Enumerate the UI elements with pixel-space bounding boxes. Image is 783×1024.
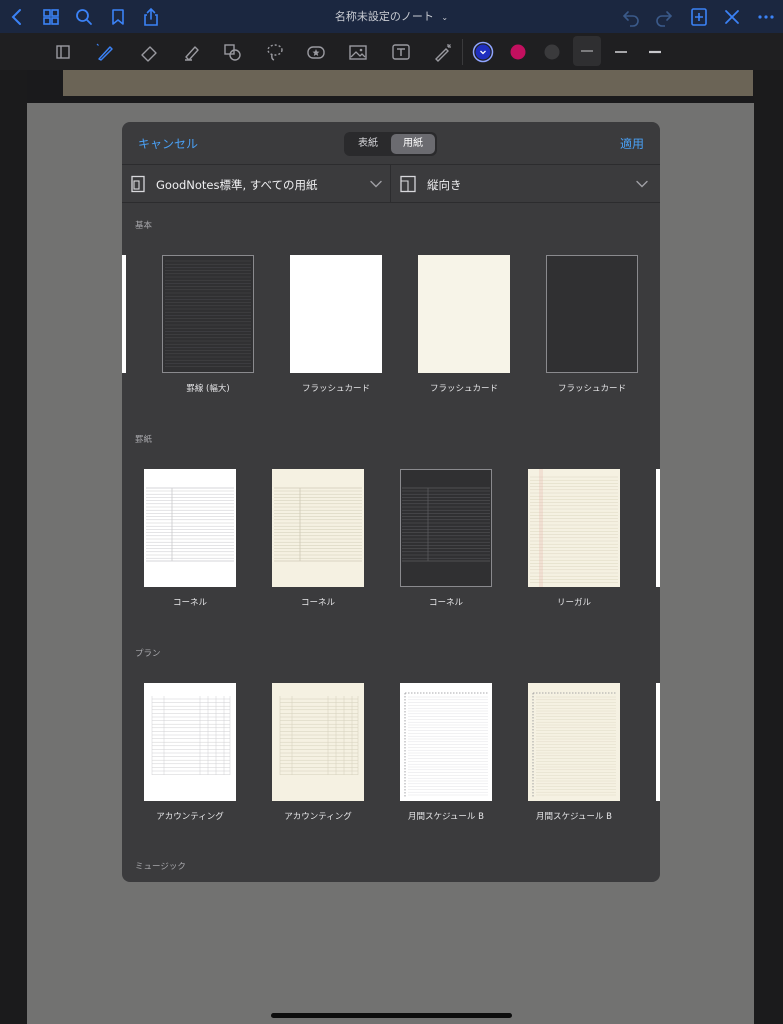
template-label: アカウンティング — [284, 812, 352, 822]
template-label: フラッシュカード — [557, 384, 626, 394]
template-picker-dialog: キャンセル 表紙 用紙 適用 GoodNotes標準, すべての用紙 縦向き 基… — [122, 122, 660, 882]
pen-icon[interactable] — [92, 39, 118, 65]
orientation-icon — [400, 175, 416, 193]
home-indicator — [271, 1013, 512, 1018]
template-label: フラッシュカード — [301, 384, 370, 394]
tab-paper[interactable]: 用紙 — [391, 134, 435, 154]
template-thumbnail[interactable] — [272, 683, 364, 801]
grid-icon[interactable] — [38, 4, 64, 30]
apply-button[interactable]: 適用 — [620, 135, 644, 152]
back-icon[interactable] — [4, 4, 30, 30]
template-label: 月間スケジュール B — [408, 812, 484, 822]
template-thumbnail[interactable] — [400, 683, 492, 801]
section-title-basic: 基本 — [135, 221, 153, 231]
template-thumbnail-partial[interactable] — [656, 469, 660, 587]
template-label: コーネル — [300, 598, 335, 608]
close-icon[interactable] — [719, 4, 745, 30]
color-swatch-gray[interactable] — [539, 39, 565, 65]
stroke-width-thick[interactable] — [642, 39, 668, 65]
orientation-dropdown[interactable]: 縦向き — [427, 177, 462, 193]
stroke-width-medium[interactable] — [608, 39, 634, 65]
template-thumbnail[interactable] — [272, 469, 364, 587]
eraser-icon[interactable] — [136, 39, 162, 65]
bookmark-icon[interactable] — [105, 4, 131, 30]
cover-paper-segmented-control: 表紙 用紙 — [344, 132, 437, 156]
template-thumbnail[interactable] — [528, 469, 620, 587]
canvas-margin-right — [754, 70, 783, 1024]
template-thumbnail[interactable] — [290, 255, 382, 373]
cancel-button[interactable]: キャンセル — [138, 135, 198, 152]
highlighter-icon[interactable] — [178, 39, 204, 65]
chevron-down-icon[interactable] — [635, 177, 649, 191]
template-set-dropdown[interactable]: GoodNotes標準, すべての用紙 — [156, 177, 318, 193]
section-title-plan: プラン — [135, 649, 161, 659]
chevron-down-icon[interactable] — [369, 177, 383, 191]
tool-bar — [0, 33, 783, 70]
template-thumbnail[interactable] — [546, 255, 638, 373]
navigation-bar: 名称未設定のノート ⌄ — [0, 0, 783, 33]
filter-divider — [390, 165, 391, 203]
template-thumbnail[interactable] — [400, 469, 492, 587]
search-icon[interactable] — [71, 4, 97, 30]
sticker-icon[interactable] — [303, 39, 329, 65]
template-thumbnail[interactable] — [162, 255, 254, 373]
dialog-header: キャンセル 表紙 用紙 適用 — [122, 122, 660, 165]
share-icon[interactable] — [138, 4, 164, 30]
color-swatch-blue[interactable] — [470, 39, 496, 65]
color-swatch-magenta[interactable] — [505, 39, 531, 65]
lasso-icon[interactable] — [262, 39, 288, 65]
template-label: フラッシュカード — [429, 384, 498, 394]
template-thumbnail[interactable] — [144, 469, 236, 587]
undo-icon[interactable] — [618, 4, 644, 30]
more-icon[interactable] — [753, 4, 779, 30]
template-label: コーネル — [428, 598, 463, 608]
template-thumbnail[interactable] — [418, 255, 510, 373]
previous-page-edge — [63, 70, 753, 96]
template-label: 月間スケジュール B — [536, 812, 612, 822]
chevron-down-icon[interactable]: ⌄ — [441, 13, 448, 22]
template-set-icon — [131, 175, 145, 193]
document-title[interactable]: 名称未設定のノート — [335, 10, 434, 23]
page-switch-icon[interactable] — [50, 39, 76, 65]
section-title-ruled: 罫紙 — [135, 435, 153, 445]
laser-pointer-icon[interactable] — [430, 39, 456, 65]
template-label: コーネル — [172, 598, 207, 608]
shapes-icon[interactable] — [219, 39, 245, 65]
section-title-music: ミュージック — [135, 862, 186, 872]
template-thumbnail[interactable] — [528, 683, 620, 801]
template-thumbnail[interactable] — [144, 683, 236, 801]
template-thumbnail-partial[interactable] — [656, 683, 660, 801]
filter-row: GoodNotes標準, すべての用紙 縦向き — [122, 165, 660, 203]
template-thumbnail-partial[interactable] — [122, 255, 126, 373]
template-label: リーガル — [556, 598, 591, 608]
toolbar-divider — [462, 39, 463, 65]
tab-cover[interactable]: 表紙 — [346, 134, 390, 154]
text-box-icon[interactable] — [388, 39, 414, 65]
image-icon[interactable] — [345, 39, 371, 65]
template-label: アカウンティング — [156, 812, 224, 822]
template-label: 罫線 (幅大) — [186, 384, 230, 394]
canvas-margin-left — [0, 70, 27, 1024]
redo-icon[interactable] — [651, 4, 677, 30]
stroke-width-thin[interactable] — [573, 36, 601, 66]
add-page-icon[interactable] — [686, 4, 712, 30]
